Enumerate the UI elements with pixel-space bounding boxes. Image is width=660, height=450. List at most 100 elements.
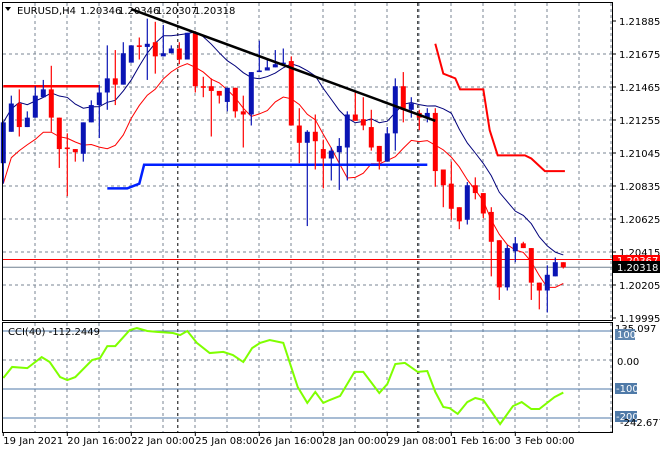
candle-body [168, 48, 174, 54]
candle-body [536, 282, 542, 291]
candle-body [304, 131, 310, 143]
candle-body [184, 32, 190, 60]
time-label: 20 Jan 16:00 [67, 436, 130, 447]
candle-body [56, 117, 62, 150]
candle[interactable] [192, 31, 198, 93]
symbol-label: EURUSD,H4 [17, 6, 76, 17]
candle-body [408, 103, 414, 110]
cci-title: CCI(40) -112.2449 [8, 327, 100, 338]
candle[interactable] [504, 244, 510, 291]
price-label: 1.20835 [619, 182, 660, 193]
candle-body [560, 262, 566, 268]
time-label: 28 Jan 00:00 [323, 436, 386, 447]
candle-body [216, 90, 222, 96]
candle-body [240, 111, 246, 115]
price-label: 1.20625 [619, 215, 660, 226]
candle-body [376, 145, 382, 162]
candle-body [336, 145, 342, 153]
candle-body [352, 114, 358, 121]
candle-body [208, 86, 214, 91]
candle-body [144, 43, 150, 47]
candle-body [400, 86, 406, 110]
candle-body [40, 89, 46, 98]
candle-body [136, 45, 142, 47]
candle-body [472, 185, 478, 194]
candle-body [320, 149, 326, 159]
candle-body [368, 127, 374, 148]
low-value: 1.20307 [156, 6, 197, 17]
price-label: 1.21045 [619, 149, 660, 160]
price-label: 1.21885 [619, 17, 660, 28]
candle[interactable] [464, 182, 470, 225]
candle-body [0, 122, 6, 164]
candle-body [104, 78, 110, 93]
candle-body [360, 119, 366, 126]
candle-body [88, 105, 94, 123]
candle-body [464, 185, 470, 220]
candle-body [328, 150, 334, 159]
candle-body [432, 112, 438, 172]
candle-body [80, 122, 86, 154]
candle-body [32, 95, 38, 118]
high-value: 1.20346 [118, 6, 159, 17]
price-label: 1.21255 [619, 116, 660, 127]
candle-body [8, 103, 14, 132]
price-tags: 1.20367 1.20318 [613, 255, 660, 274]
candle-body [448, 183, 454, 209]
candle-body [288, 61, 294, 126]
candle-body [64, 147, 70, 150]
cci-level-0-label: 0.00 [617, 357, 639, 368]
candle-body [544, 274, 550, 291]
time-label: 25 Jan 08:00 [195, 436, 258, 447]
cci-level-100-label: 100 [617, 330, 636, 341]
candle-body [96, 92, 102, 106]
candle-body [120, 53, 126, 85]
candle-body [192, 32, 198, 87]
candle-body [200, 86, 206, 88]
trading-chart[interactable]: EURUSD,H4 1.20346 1.20346 1.20307 1.2031… [0, 0, 660, 450]
candle-body [264, 67, 270, 71]
candle-body [272, 64, 278, 68]
cci-min-label: -242.6774 [620, 418, 660, 429]
candle-body [552, 262, 558, 277]
price-label: 1.20205 [619, 281, 660, 292]
candle[interactable] [184, 32, 190, 60]
candle-body [528, 248, 534, 283]
candle-body [176, 48, 182, 60]
time-label: 29 Jan 08:00 [387, 436, 450, 447]
candle-body [256, 70, 262, 73]
candle-body [112, 78, 118, 85]
candle[interactable] [128, 45, 134, 63]
candle-body [504, 248, 510, 288]
candle-body [232, 87, 238, 112]
candle-body [384, 133, 390, 162]
candle-body [128, 45, 134, 63]
time-label: 19 Jan 2021 [3, 436, 63, 447]
time-label: 1 Feb 16:00 [451, 436, 510, 447]
close-value: 1.20318 [194, 6, 235, 17]
price-label: 1.21465 [619, 83, 660, 94]
candle-body [16, 103, 22, 128]
candle-body [496, 240, 502, 288]
candle-body [456, 207, 462, 222]
time-label: 22 Jan 00:00 [131, 436, 194, 447]
cci-level-m100-label: -100 [616, 384, 639, 395]
price-label: 1.21675 [619, 50, 660, 61]
candle-body [488, 211, 494, 242]
time-label: 26 Jan 16:00 [259, 436, 322, 447]
chart-header: EURUSD,H4 1.20346 1.20346 1.20307 1.2031… [5, 6, 235, 17]
candle-body [296, 125, 302, 143]
candle-body [72, 149, 78, 153]
candle-body [520, 243, 526, 249]
candle-body [224, 87, 230, 102]
candle-body [480, 193, 486, 214]
candle-body [312, 131, 318, 142]
candle-body [512, 243, 518, 252]
candle-body [160, 53, 166, 57]
candle-body [440, 169, 446, 186]
candle-body [392, 86, 398, 134]
candle-body [24, 117, 30, 128]
candle-body [48, 89, 54, 118]
time-label: 3 Feb 00:00 [515, 436, 574, 447]
candle-body [152, 42, 158, 57]
